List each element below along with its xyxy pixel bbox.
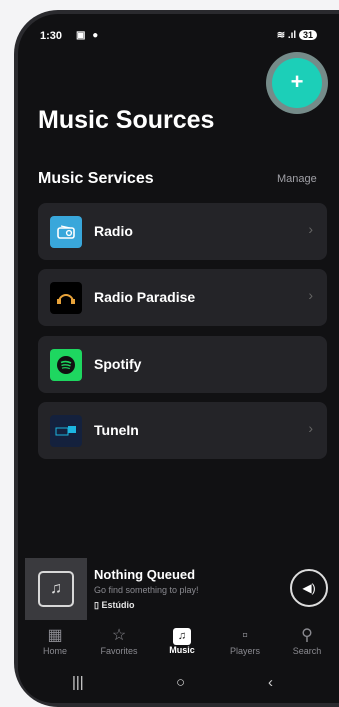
album-art: ♫ (25, 558, 87, 620)
radio-paradise-icon (50, 282, 82, 314)
speaker-icon: ▫ (242, 627, 248, 644)
tab-label: Music (169, 645, 195, 655)
section-title: Music Services (38, 170, 154, 187)
tab-label: Players (229, 646, 260, 656)
tab-search[interactable]: ⚲ Search (275, 626, 339, 656)
system-nav-bar: ||| ○ ‹ (18, 666, 339, 703)
speaker-icon: ▯ (94, 600, 99, 610)
spotify-icon (50, 349, 82, 381)
status-time: 1:30 (40, 30, 63, 42)
back-button[interactable]: ‹ (268, 674, 273, 691)
service-label: TuneIn (94, 422, 139, 438)
status-icons: ▣ ● (76, 30, 101, 41)
add-source-button[interactable]: + (272, 58, 322, 108)
service-radio[interactable]: Radio › (38, 203, 327, 260)
screen: 1:30 ▣ ● ≋ .ıl 31 + Music Sources Music … (18, 14, 339, 703)
tab-home[interactable]: ▦ Home (23, 626, 87, 656)
chevron-right-icon: › (308, 287, 313, 303)
page-title: Music Sources (38, 106, 215, 134)
signal-icon: ≋ .ıl (276, 30, 297, 41)
now-playing-title: Nothing Queued (94, 567, 196, 582)
chevron-right-icon: › (308, 420, 313, 436)
service-label: Radio (94, 223, 133, 239)
tab-players[interactable]: ▫ Players (213, 626, 277, 656)
recents-button[interactable]: ||| (72, 674, 84, 691)
status-right: ≋ .ıl 31 (277, 30, 317, 41)
music-note-icon: ♫ (38, 571, 74, 607)
manage-link[interactable]: Manage (277, 173, 317, 185)
device-label: Estúdio (101, 600, 135, 610)
volume-button[interactable]: ◀) (290, 569, 328, 607)
volume-icon: ◀) (302, 581, 316, 595)
status-bar: 1:30 ▣ ● ≋ .ıl 31 (40, 30, 327, 44)
tab-label: Favorites (100, 646, 138, 656)
service-tunein[interactable]: TuneIn › (38, 402, 327, 459)
tunein-icon (50, 415, 82, 447)
device-name: ▯ Estúdio (94, 600, 134, 611)
chevron-right-icon: › (308, 221, 313, 237)
home-button[interactable]: ○ (176, 674, 185, 691)
star-icon: ☆ (111, 627, 127, 644)
search-icon: ⚲ (301, 627, 313, 644)
tab-favorites[interactable]: ☆ Favorites (87, 626, 151, 656)
tab-label: Search (292, 646, 322, 656)
battery-icon: 31 (298, 30, 317, 40)
service-label: Spotify (94, 356, 142, 372)
music-icon: ♫ (173, 628, 191, 645)
service-label: Radio Paradise (94, 289, 196, 305)
service-radio-paradise[interactable]: Radio Paradise › (38, 269, 327, 326)
tab-label: Home (42, 646, 67, 656)
mini-player[interactable]: ♫ Nothing Queued Go find something to pl… (18, 556, 339, 624)
radio-icon (50, 216, 82, 248)
service-spotify[interactable]: Spotify (38, 336, 327, 393)
tab-music[interactable]: ♫ Music (150, 626, 214, 655)
bottom-tabs: ▦ Home ☆ Favorites ♫ Music ▫ Players ⚲ S… (18, 624, 339, 666)
now-playing-subtitle: Go find something to play! (94, 585, 199, 595)
home-icon: ▦ (47, 627, 63, 644)
